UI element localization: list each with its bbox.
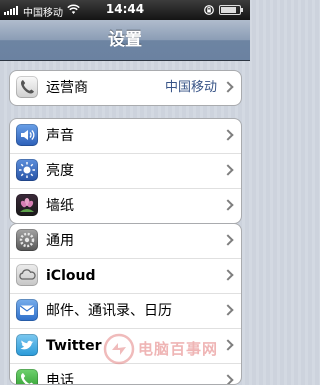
settings-row-wallpaper[interactable]: 墙纸 xyxy=(10,188,241,223)
chevron-right-icon xyxy=(222,81,234,93)
settings-row-twitter[interactable]: Twitter xyxy=(10,328,241,363)
page-title: 设置 xyxy=(108,30,142,50)
speaker-icon xyxy=(16,124,38,146)
status-bar: 中国移动 14:44 xyxy=(0,0,250,20)
chevron-right-icon xyxy=(222,234,234,246)
chevron-right-icon xyxy=(222,269,234,281)
settings-group-display: 声音 亮度 墙纸 xyxy=(9,118,242,224)
settings-row-carrier[interactable]: 运营商 中国移动 xyxy=(10,71,241,105)
chevron-right-icon xyxy=(222,129,234,141)
gears-icon xyxy=(16,229,38,251)
settings-row-mail[interactable]: 邮件、通讯录、日历 xyxy=(10,293,241,328)
settings-row-sounds[interactable]: 声音 xyxy=(10,119,241,153)
carrier-value: 中国移动 xyxy=(164,80,217,95)
chevron-right-icon xyxy=(222,339,234,351)
chevron-right-icon xyxy=(222,374,234,384)
settings-row-label: 通用 xyxy=(46,233,74,249)
settings-row-general[interactable]: 通用 xyxy=(10,224,241,258)
twitter-icon xyxy=(16,334,38,356)
battery-icon xyxy=(219,5,243,15)
settings-row-label: iCloud xyxy=(46,268,96,284)
settings-row-label: 亮度 xyxy=(46,163,74,179)
phone-app-icon xyxy=(16,369,38,384)
settings-row-label: 声音 xyxy=(46,128,74,144)
settings-row-phone[interactable]: 电话 xyxy=(10,363,241,384)
settings-row-label: 墙纸 xyxy=(46,198,74,214)
settings-row-icloud[interactable]: iCloud xyxy=(10,258,241,293)
settings-row-label: Twitter xyxy=(46,338,102,354)
settings-row-label: 邮件、通讯录、日历 xyxy=(46,303,172,319)
icloud-icon xyxy=(16,264,38,286)
navigation-bar: 设置 xyxy=(0,20,250,61)
settings-row-brightness[interactable]: 亮度 xyxy=(10,153,241,188)
chevron-right-icon xyxy=(222,164,234,176)
rotation-lock-icon xyxy=(204,5,214,15)
brightness-icon xyxy=(16,159,38,181)
phone-icon xyxy=(16,76,38,98)
settings-group-carrier: 运营商 中国移动 xyxy=(9,70,242,106)
mail-icon xyxy=(16,299,38,321)
settings-group-accounts: 通用 iCloud 邮件、通讯录、日历 Twitter 电话 xyxy=(9,223,242,385)
wallpaper-icon xyxy=(16,194,38,216)
chevron-right-icon xyxy=(222,199,234,211)
chevron-right-icon xyxy=(222,304,234,316)
settings-row-label: 运营商 xyxy=(46,80,88,96)
